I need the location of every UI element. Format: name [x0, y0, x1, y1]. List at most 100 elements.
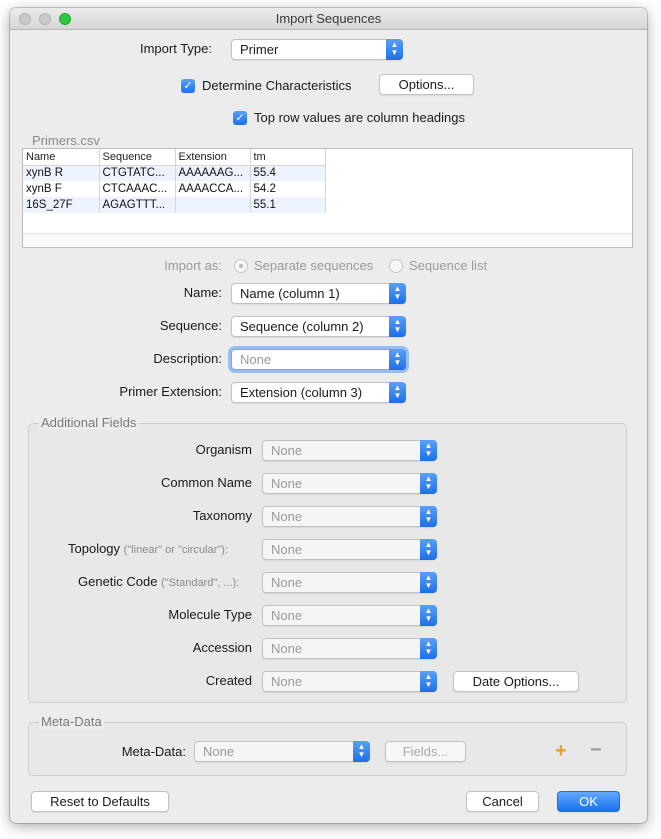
- genetic-code-select[interactable]: None ▲ ▼: [262, 572, 437, 593]
- created-value: None: [271, 674, 303, 689]
- determine-characteristics-checkbox[interactable]: ✓: [181, 79, 195, 93]
- table-row[interactable]: xynB R CTGTATC... AAAAAAG... 55.4: [23, 165, 326, 181]
- select-arrows-icon: ▲ ▼: [420, 473, 437, 494]
- molecule-type-select[interactable]: None ▲ ▼: [262, 605, 437, 626]
- table-cell: 16S_27F: [23, 197, 100, 213]
- select-arrows-icon: ▲ ▼: [420, 539, 437, 560]
- primer-extension-mapping-label: Primer Extension:: [119, 384, 222, 399]
- organism-value: None: [271, 443, 303, 458]
- meta-data-select[interactable]: None ▲ ▼: [194, 741, 370, 762]
- common-name-select[interactable]: None ▲ ▼: [262, 473, 437, 494]
- reset-to-defaults-button[interactable]: Reset to Defaults: [31, 791, 169, 812]
- additional-fields-title: Additional Fields: [39, 415, 139, 430]
- table-cell: xynB R: [23, 165, 100, 181]
- table-cell: 54.2: [250, 181, 326, 197]
- preview-table[interactable]: Name Sequence Extension tm xynB R CTGTAT…: [22, 148, 633, 248]
- fields-button[interactable]: Fields...: [385, 741, 466, 762]
- sequence-list-radio[interactable]: [389, 259, 403, 273]
- column-header[interactable]: tm: [250, 149, 326, 166]
- table-cell: [175, 197, 251, 213]
- meta-data-title: Meta-Data: [39, 714, 104, 729]
- organism-label: Organism: [195, 442, 252, 457]
- select-arrows-icon: ▲ ▼: [386, 39, 403, 60]
- primer-extension-mapping-value: Extension (column 3): [240, 385, 363, 400]
- table-cell: 55.1: [250, 197, 326, 213]
- options-button[interactable]: Options...: [379, 74, 474, 95]
- name-mapping-label: Name:: [183, 285, 222, 300]
- molecule-type-label: Molecule Type: [168, 607, 252, 622]
- column-header[interactable]: Extension: [175, 149, 251, 166]
- table-row[interactable]: xynB F CTCAAAC... AAAACCA... 54.2: [23, 181, 326, 197]
- genetic-code-label: Genetic Code ("Standard", ...):: [78, 574, 239, 589]
- select-arrows-icon: ▲ ▼: [389, 382, 406, 403]
- separate-sequences-radio[interactable]: [234, 259, 248, 273]
- window-title: Import Sequences: [275, 11, 382, 26]
- created-select[interactable]: None ▲ ▼: [262, 671, 437, 692]
- select-arrows-icon: ▲ ▼: [420, 572, 437, 593]
- top-row-headings-checkbox[interactable]: ✓: [233, 111, 247, 125]
- sequence-mapping-label: Sequence:: [159, 318, 222, 333]
- remove-icon[interactable]: −: [590, 740, 602, 760]
- accession-label: Accession: [192, 640, 252, 655]
- horizontal-scrollbar[interactable]: [23, 233, 632, 247]
- import-type-select[interactable]: Primer ▲ ▼: [231, 39, 403, 60]
- select-arrows-icon: ▲ ▼: [389, 349, 406, 370]
- file-name-label: Primers.csv: [32, 133, 100, 148]
- meta-data-label: Meta-Data:: [121, 744, 186, 759]
- select-arrows-icon: ▲ ▼: [420, 671, 437, 692]
- table-cell: CTGTATC...: [99, 165, 176, 181]
- common-name-label: Common Name: [160, 475, 252, 490]
- description-mapping-value: None: [240, 352, 272, 367]
- table-cell: 55.4: [250, 165, 326, 181]
- table-cell: AAAACCA...: [175, 181, 251, 197]
- sequence-list-label: Sequence list: [409, 258, 488, 273]
- accession-value: None: [271, 641, 303, 656]
- select-arrows-icon: ▲ ▼: [353, 741, 370, 762]
- topology-select[interactable]: None ▲ ▼: [262, 539, 437, 560]
- taxonomy-select[interactable]: None ▲ ▼: [262, 506, 437, 527]
- import-sequences-window: Import Sequences Import Type: Primer ▲ ▼ …: [10, 8, 647, 823]
- organism-select[interactable]: None ▲ ▼: [262, 440, 437, 461]
- add-icon[interactable]: +: [555, 741, 567, 761]
- import-type-label: Import Type:: [139, 41, 212, 56]
- created-label: Created: [205, 673, 252, 688]
- sequence-mapping-value: Sequence (column 2): [240, 319, 364, 334]
- primer-extension-mapping-select[interactable]: Extension (column 3) ▲ ▼: [231, 382, 406, 403]
- column-header[interactable]: Sequence: [99, 149, 176, 166]
- import-as-label: Import as:: [164, 258, 222, 273]
- table-cell: xynB F: [23, 181, 100, 197]
- cancel-button[interactable]: Cancel: [466, 791, 539, 812]
- minimize-window-icon[interactable]: [39, 13, 51, 25]
- separate-sequences-label: Separate sequences: [254, 258, 374, 273]
- description-mapping-select[interactable]: None ▲ ▼: [231, 349, 406, 370]
- column-header[interactable]: Name: [23, 149, 100, 166]
- select-arrows-icon: ▲ ▼: [389, 316, 406, 337]
- taxonomy-label: Taxonomy: [192, 508, 252, 523]
- zoom-window-icon[interactable]: [59, 13, 71, 25]
- table-row[interactable]: 16S_27F AGAGTTT... 55.1: [23, 197, 326, 213]
- sequence-mapping-select[interactable]: Sequence (column 2) ▲ ▼: [231, 316, 406, 337]
- close-window-icon[interactable]: [19, 13, 31, 25]
- topology-value: None: [271, 542, 303, 557]
- additional-fields-group: [28, 423, 627, 703]
- preview-grid: Name Sequence Extension tm xynB R CTGTAT…: [23, 149, 326, 213]
- common-name-value: None: [271, 476, 303, 491]
- taxonomy-value: None: [271, 509, 303, 524]
- name-mapping-select[interactable]: Name (column 1) ▲ ▼: [231, 283, 406, 304]
- topology-label: Topology ("linear" or "circular"):: [68, 541, 228, 556]
- genetic-code-hint: ("Standard", ...):: [161, 577, 240, 589]
- topology-label-text: Topology: [68, 541, 121, 556]
- name-mapping-value: Name (column 1): [240, 286, 340, 301]
- genetic-code-value: None: [271, 575, 303, 590]
- title-bar: Import Sequences: [10, 8, 647, 30]
- select-arrows-icon: ▲ ▼: [420, 506, 437, 527]
- ok-button[interactable]: OK: [557, 791, 620, 812]
- date-options-button[interactable]: Date Options...: [453, 671, 579, 692]
- accession-select[interactable]: None ▲ ▼: [262, 638, 437, 659]
- import-type-value: Primer: [240, 42, 279, 57]
- select-arrows-icon: ▲ ▼: [389, 283, 406, 304]
- genetic-code-label-text: Genetic Code: [78, 574, 158, 589]
- table-cell: AAAAAAG...: [175, 165, 251, 181]
- determine-characteristics-label: Determine Characteristics: [202, 78, 352, 93]
- topology-hint: ("linear" or "circular"):: [123, 544, 228, 556]
